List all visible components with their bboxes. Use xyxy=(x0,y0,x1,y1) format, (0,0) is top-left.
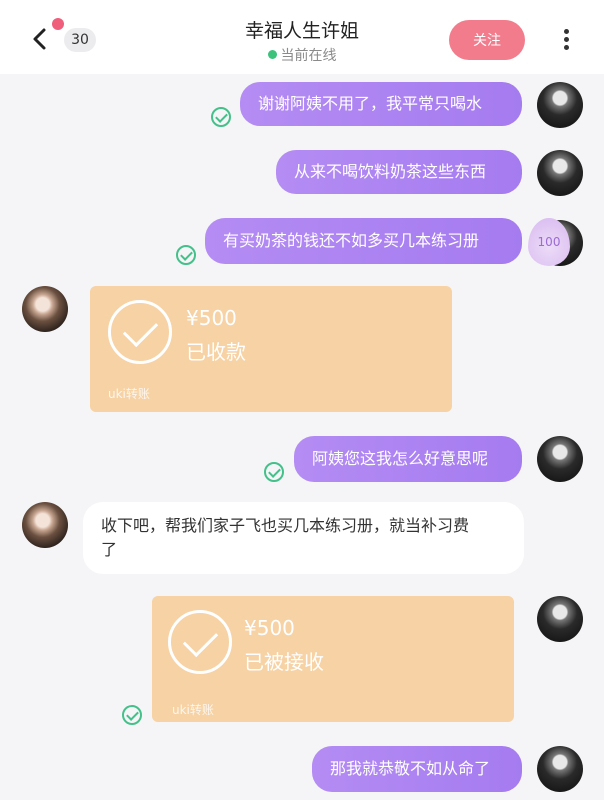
message-bubble-sent[interactable]: 阿姨您这我怎么好意思呢 xyxy=(294,436,522,482)
message-text: 有买奶茶的钱还不如多买几本练习册 xyxy=(223,231,480,250)
message-bubble-sent[interactable]: 那我就恭敬不如从命了 xyxy=(312,746,522,792)
transfer-amount: ¥500 xyxy=(186,306,237,330)
message-text-line: 了 xyxy=(101,540,118,559)
message-text-line: 收下吧，帮我们家子飞也买几本练习册，就当补习费 xyxy=(101,516,470,535)
transfer-status: 已被接收 xyxy=(244,650,324,674)
contact-avatar[interactable] xyxy=(22,502,68,548)
follow-button[interactable]: 关注 xyxy=(449,20,525,60)
transfer-brand: uki转账 xyxy=(172,703,214,717)
message-bubble-sent[interactable]: 从来不喝饮料奶茶这些东西 xyxy=(276,150,522,194)
message-text: 那我就恭敬不如从命了 xyxy=(330,759,491,778)
more-options-icon[interactable] xyxy=(556,26,576,56)
transfer-amount: ¥500 xyxy=(244,616,295,640)
read-check-icon xyxy=(122,705,142,725)
my-avatar[interactable] xyxy=(537,82,583,128)
chat-header: 30 幸福人生许姐 当前在线 关注 xyxy=(0,0,604,74)
transfer-check-icon xyxy=(168,610,232,674)
my-avatar[interactable] xyxy=(537,150,583,196)
transfer-status: 已收款 xyxy=(186,340,246,364)
message-text: 阿姨您这我怎么好意思呢 xyxy=(312,449,489,468)
my-avatar[interactable] xyxy=(537,746,583,792)
online-status-text: 当前在线 xyxy=(280,48,337,64)
message-bubble-sent[interactable]: 有买奶茶的钱还不如多买几本练习册 xyxy=(205,218,522,264)
transfer-card-received[interactable]: ¥500 已收款 uki转账 xyxy=(90,286,452,412)
message-text: 从来不喝饮料奶茶这些东西 xyxy=(294,162,487,181)
my-avatar[interactable] xyxy=(537,596,583,642)
read-check-icon xyxy=(176,245,196,265)
message-bubble-sent[interactable]: 谢谢阿姨不用了，我平常只喝水 xyxy=(240,82,522,126)
transfer-brand: uki转账 xyxy=(108,387,150,401)
online-dot-icon xyxy=(267,50,277,59)
transfer-card-sent[interactable]: ¥500 已被接收 uki转账 xyxy=(152,596,514,722)
message-bubble-received[interactable]: 收下吧，帮我们家子飞也买几本练习册，就当补习费 了 xyxy=(83,502,524,574)
contact-avatar[interactable] xyxy=(22,286,68,332)
my-avatar[interactable] xyxy=(537,436,583,482)
transfer-check-icon xyxy=(108,300,172,364)
message-text: 谢谢阿姨不用了，我平常只喝水 xyxy=(258,94,483,113)
read-check-icon xyxy=(211,107,231,127)
read-check-icon xyxy=(264,462,284,482)
